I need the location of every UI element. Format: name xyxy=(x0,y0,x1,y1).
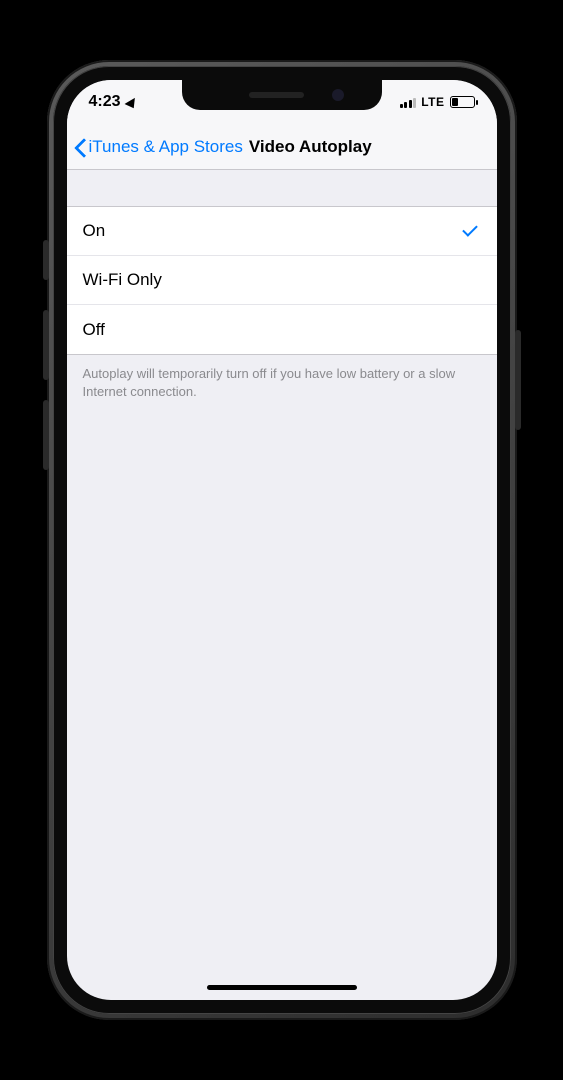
option-label: Off xyxy=(83,320,105,340)
power-button[interactable] xyxy=(515,330,521,430)
phone-frame: 4:23 LTE iTunes & App Stores Video Autop… xyxy=(47,60,517,1020)
home-indicator[interactable] xyxy=(207,985,357,990)
back-button[interactable]: iTunes & App Stores xyxy=(73,137,243,157)
option-wifi-only[interactable]: Wi-Fi Only xyxy=(67,256,497,305)
page-title: Video Autoplay xyxy=(249,137,372,157)
option-label: Wi-Fi Only xyxy=(83,270,162,290)
footer-note: Autoplay will temporarily turn off if yo… xyxy=(67,355,497,410)
autoplay-options-list: On Wi-Fi Only Off xyxy=(67,206,497,355)
option-label: On xyxy=(83,221,106,241)
network-label: LTE xyxy=(421,95,444,109)
chevron-left-icon xyxy=(73,137,85,157)
volume-down-button[interactable] xyxy=(43,400,49,470)
cellular-signal-icon xyxy=(400,97,417,108)
screen: 4:23 LTE iTunes & App Stores Video Autop… xyxy=(67,80,497,1000)
battery-icon xyxy=(450,96,475,108)
option-off[interactable]: Off xyxy=(67,305,497,354)
back-label: iTunes & App Stores xyxy=(89,137,243,157)
location-icon xyxy=(124,96,139,108)
status-time: 4:23 xyxy=(89,93,121,111)
section-gap xyxy=(67,170,497,206)
nav-bar: iTunes & App Stores Video Autoplay xyxy=(67,124,497,170)
side-button[interactable] xyxy=(43,240,49,280)
option-on[interactable]: On xyxy=(67,207,497,256)
volume-up-button[interactable] xyxy=(43,310,49,380)
notch xyxy=(182,80,382,110)
checkmark-icon xyxy=(463,222,481,240)
